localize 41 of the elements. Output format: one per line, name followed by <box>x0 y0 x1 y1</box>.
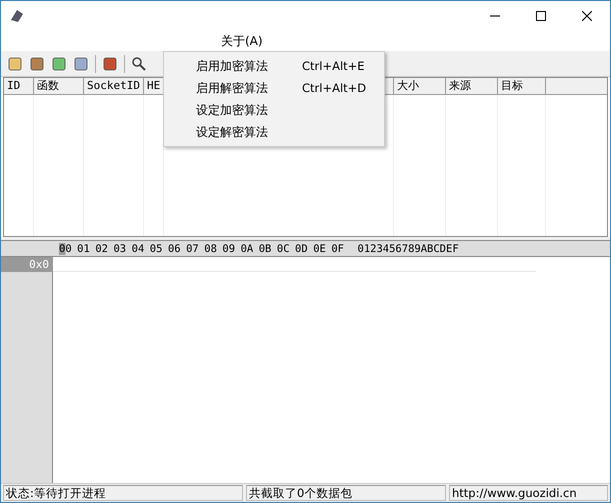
column-header[interactable]: 目标 <box>498 78 546 95</box>
toolbar-icon[interactable] <box>51 56 67 72</box>
hex-column-header: 08 <box>204 242 217 254</box>
app-icon <box>9 8 25 24</box>
column-header[interactable]: SocketID <box>84 78 144 95</box>
hex-column-header: 02 <box>95 242 108 254</box>
hex-column-header: 05 <box>150 242 162 254</box>
hex-column-header: 0E <box>313 242 326 254</box>
column-header[interactable]: 大小 <box>394 78 446 95</box>
status-text: 共截取了0个数据包 <box>246 485 446 501</box>
menu-item[interactable]: 关于(A) <box>215 32 269 50</box>
hex-column-header: 06 <box>168 242 181 254</box>
status-text: 状态:等待打开进程 <box>3 485 243 501</box>
menu-option[interactable]: 设定加密算法 <box>164 99 384 121</box>
hex-column-header: 03 <box>113 242 126 254</box>
close-icon <box>582 11 592 21</box>
hex-column-header: 0B <box>258 242 272 254</box>
column-header[interactable]: 函数 <box>34 78 84 95</box>
maximize-icon <box>536 11 546 21</box>
menu-option[interactable]: 启用解密算法 Ctrl+Alt+D <box>164 77 384 99</box>
hex-column-header: 00 <box>59 242 72 254</box>
ascii-column-header: 0123456789ABCDEF <box>358 242 459 254</box>
hex-column-header: 04 <box>132 242 144 254</box>
toolbar-icon[interactable] <box>73 56 89 72</box>
toolbar-icon[interactable] <box>29 56 45 72</box>
status-text: http://www.guozidi.cn <box>449 485 608 501</box>
offset-cell: 0x0 <box>1 257 53 272</box>
column-header[interactable]: HE <box>144 78 164 95</box>
column-header[interactable]: 来源 <box>446 78 498 95</box>
hex-column-header: 0F <box>331 242 344 254</box>
toolbar-icon[interactable] <box>7 56 23 72</box>
hex-column-header: 0A <box>240 242 254 254</box>
hex-column-header: 09 <box>222 242 236 254</box>
hex-column-header: 0C <box>276 242 290 254</box>
column-header[interactable]: ID <box>4 78 34 95</box>
hex-column-header: 07 <box>186 242 199 254</box>
toolbar-icon[interactable] <box>102 56 118 72</box>
hex-column-header: 01 <box>77 242 90 254</box>
search-icon[interactable] <box>131 56 147 72</box>
menu-option[interactable]: 设定解密算法 <box>164 121 384 143</box>
hex-column-header: 0D <box>295 242 308 254</box>
